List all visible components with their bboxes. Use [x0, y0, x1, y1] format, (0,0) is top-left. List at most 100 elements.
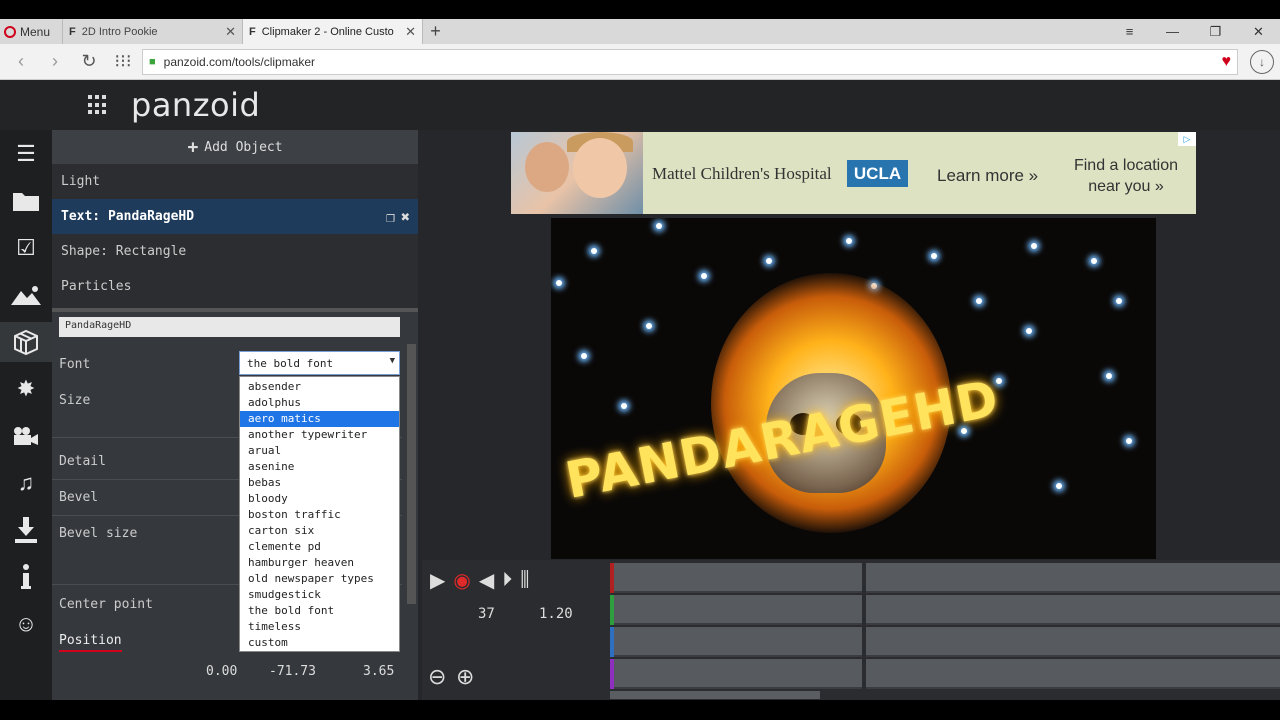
object-item-light[interactable]: Light — [52, 164, 418, 199]
font-option[interactable]: custom — [240, 635, 399, 651]
add-object-label: Add Object — [204, 139, 283, 155]
download-icon[interactable]: ↓ — [1250, 49, 1274, 74]
window-controls: ≡ — ❐ ✕ — [1108, 19, 1280, 44]
object-item-particles[interactable]: Particles — [52, 269, 418, 304]
font-select-value: the bold font — [247, 357, 334, 370]
video-camera-icon[interactable] — [0, 416, 52, 456]
ad-hospital-text: Mattel Children's Hospital — [652, 164, 832, 183]
position-z-value[interactable]: 3.65 — [363, 664, 394, 679]
font-option[interactable]: aero matics — [240, 411, 399, 427]
duplicate-icon[interactable]: ❐ — [386, 208, 395, 226]
center-point-label: Center point — [59, 597, 153, 612]
track-color-marker — [610, 595, 614, 625]
position-label: Position — [59, 633, 122, 652]
tab-close-icon[interactable]: ✕ — [225, 24, 236, 40]
speed-dial-icon[interactable]: ⁝⁝⁝ — [108, 51, 138, 72]
volume-icon[interactable]: ◀ — [479, 568, 494, 593]
browser-tab-2[interactable]: F Clipmaker 2 - Online Custo ✕ — [242, 19, 422, 44]
tool-sidebar: ☰ ☑ ✸ ♫ ☺ — [0, 130, 52, 700]
3d-cube-icon[interactable] — [0, 322, 52, 362]
font-option[interactable]: boston traffic — [240, 507, 399, 523]
reload-icon[interactable]: ↻ — [74, 51, 104, 72]
properties-panel: PandaRageHD Font Size Detail Bevel Bevel… — [52, 308, 418, 700]
timeline-track[interactable] — [610, 627, 1280, 657]
tab-close-icon[interactable]: ✕ — [405, 24, 416, 40]
close-window-icon[interactable]: ✕ — [1237, 24, 1280, 40]
hamburger-menu-icon[interactable]: ☰ — [0, 134, 52, 174]
timeline-track[interactable] — [610, 659, 1280, 689]
audio-waveform-icon[interactable]: ⫼ — [520, 569, 529, 592]
font-dropdown-list: absender adolphus aero matics another typew… — [239, 376, 400, 652]
chevron-down-icon: ▼ — [389, 356, 395, 366]
timeline-tracks[interactable] — [610, 563, 1280, 689]
timeline-track[interactable] — [610, 595, 1280, 625]
add-object-button[interactable]: + Add Object — [52, 130, 418, 164]
screen-top-bar — [0, 0, 1280, 19]
tab-menu-icon[interactable]: ≡ — [1108, 24, 1151, 39]
detail-label: Detail — [59, 454, 106, 469]
opera-logo-icon — [4, 25, 16, 38]
timeline-scrollbar[interactable] — [610, 691, 820, 699]
forward-icon[interactable]: › — [40, 51, 70, 72]
advertisement-banner[interactable]: Mattel Children's Hospital UCLA Learn mo… — [511, 132, 1196, 214]
font-option[interactable]: carton six — [240, 523, 399, 539]
font-option[interactable]: arual — [240, 443, 399, 459]
info-icon[interactable] — [0, 557, 52, 597]
font-option[interactable]: old newspaper types — [240, 571, 399, 587]
music-note-icon[interactable]: ♫ — [0, 463, 52, 503]
font-option[interactable]: clemente pd — [240, 539, 399, 555]
zoom-out-icon[interactable]: ⊖ — [428, 664, 446, 690]
ad-photo — [511, 132, 643, 214]
object-item-shape[interactable]: Shape: Rectangle — [52, 234, 418, 269]
font-option[interactable]: the bold font — [240, 603, 399, 619]
font-option[interactable]: bebas — [240, 475, 399, 491]
font-select[interactable]: the bold font ▼ — [239, 351, 400, 375]
adchoices-icon[interactable]: ▷ — [1178, 132, 1196, 146]
folder-icon[interactable] — [0, 181, 52, 221]
url-field[interactable]: ■ panzoid.com/tools/clipmaker ♥ — [142, 48, 1238, 75]
font-option[interactable]: asenine — [240, 459, 399, 475]
zoom-in-icon[interactable]: ⊕ — [456, 664, 474, 690]
font-option[interactable]: hamburger heaven — [240, 555, 399, 571]
back-icon[interactable]: ‹ — [6, 51, 36, 72]
position-y-value[interactable]: -71.73 — [269, 664, 316, 679]
font-option[interactable]: timeless — [240, 619, 399, 635]
checkbox-icon[interactable]: ☑ — [0, 228, 52, 268]
ad-ucla-logo: UCLA — [847, 160, 908, 187]
opera-menu-button[interactable]: Menu — [0, 19, 62, 44]
step-forward-icon[interactable]: ⏵ — [502, 569, 512, 592]
text-content-input[interactable]: PandaRageHD — [59, 317, 400, 337]
smiley-feedback-icon[interactable]: ☺ — [0, 604, 52, 644]
ad-learn-more-link[interactable]: Learn more » — [937, 166, 1038, 186]
tab-title: 2D Intro Pookie — [81, 25, 158, 38]
apps-grid-icon[interactable] — [88, 95, 108, 115]
restore-icon[interactable]: ❐ — [1194, 24, 1237, 40]
timeline-track[interactable] — [610, 563, 1280, 593]
landscape-image-icon[interactable] — [0, 275, 52, 315]
new-tab-button[interactable]: + — [422, 19, 448, 44]
video-preview[interactable]: PANDARAGEHD — [551, 218, 1156, 559]
browser-tab-1[interactable]: F 2D Intro Pookie ✕ — [62, 19, 242, 44]
ad-find-location-link[interactable]: Find a location near you » — [1067, 155, 1185, 197]
eye-visibility-icon[interactable]: ◉ — [453, 568, 470, 593]
menu-label: Menu — [20, 24, 51, 39]
object-item-text[interactable]: Text: PandaRageHD ❐ ✖ — [52, 199, 418, 234]
object-item-label: Light — [61, 174, 101, 189]
time-counter: 1.20 — [539, 606, 573, 622]
delete-icon[interactable]: ✖ — [401, 208, 410, 226]
play-icon[interactable]: ▶ — [430, 568, 445, 593]
panzoid-logo[interactable]: panzoid — [131, 86, 260, 124]
minimize-icon[interactable]: — — [1151, 24, 1194, 39]
font-option[interactable]: adolphus — [240, 395, 399, 411]
font-option[interactable]: another typewriter — [240, 427, 399, 443]
font-option[interactable]: absender — [240, 379, 399, 395]
properties-scrollbar[interactable] — [407, 344, 416, 604]
particles-burst-icon[interactable]: ✸ — [0, 369, 52, 409]
font-option[interactable]: smudgestick — [240, 587, 399, 603]
position-x-value[interactable]: 0.00 — [206, 664, 237, 679]
font-option[interactable]: bloody — [240, 491, 399, 507]
download-export-icon[interactable] — [0, 510, 52, 550]
heart-icon[interactable]: ♥ — [1222, 53, 1232, 71]
bevel-size-label: Bevel size — [59, 526, 138, 541]
playhead[interactable] — [862, 563, 866, 689]
